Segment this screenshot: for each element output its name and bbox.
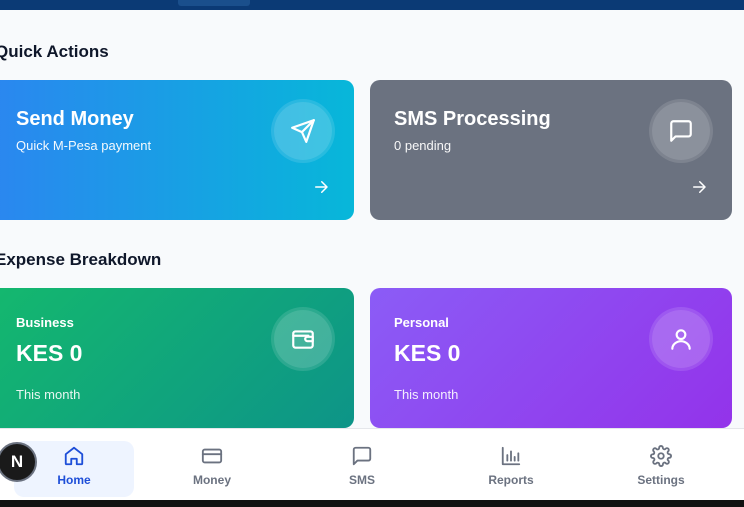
screen-bottom-edge <box>0 500 744 507</box>
arrow-right-icon <box>693 181 706 193</box>
quick-actions-heading: Quick Actions <box>0 42 109 61</box>
card-icon <box>201 448 223 464</box>
sms-processing-title: SMS Processing <box>394 108 551 130</box>
send-icon <box>274 102 332 160</box>
nav-settings-label: Settings <box>637 473 685 487</box>
nav-money[interactable]: Money <box>152 441 272 497</box>
personal-period: This month <box>394 387 459 402</box>
bar-chart-icon <box>501 446 521 466</box>
sms-processing-card[interactable]: SMS Processing 0 pending <box>370 80 732 220</box>
nav-settings[interactable]: Settings <box>601 441 721 497</box>
nav-sms-label: SMS <box>348 473 375 487</box>
gear-icon <box>650 445 672 467</box>
personal-amount: KES 0 <box>394 340 461 366</box>
personal-label: Personal <box>394 315 449 330</box>
business-label: Business <box>16 315 74 330</box>
business-expense-card[interactable]: Business KES 0 This month <box>0 288 354 428</box>
arrow-right-icon <box>315 181 328 193</box>
bottom-navigation: Home Money SMS Reports Settings <box>0 428 744 501</box>
user-icon <box>652 310 710 368</box>
send-money-title: Send Money <box>16 108 134 130</box>
nav-sms[interactable]: SMS <box>302 441 422 497</box>
nav-reports[interactable]: Reports <box>451 441 571 497</box>
message-icon <box>652 102 710 160</box>
nav-money-label: Money <box>192 473 231 487</box>
personal-expense-card[interactable]: Personal KES 0 This month <box>370 288 732 428</box>
expense-breakdown-heading: Expense Breakdown <box>0 250 162 269</box>
home-icon <box>64 446 84 466</box>
wallet-icon <box>274 310 332 368</box>
send-money-card[interactable]: Send Money Quick M-Pesa payment <box>0 80 354 220</box>
sms-pending-count: 0 pending <box>394 138 452 153</box>
business-period: This month <box>16 387 81 402</box>
nav-reports-label: Reports <box>488 473 534 487</box>
message-icon <box>352 446 372 466</box>
top-tab-indicator <box>178 0 250 6</box>
business-amount: KES 0 <box>16 340 83 366</box>
top-app-bar <box>0 0 744 10</box>
send-money-subtitle: Quick M-Pesa payment <box>16 138 152 153</box>
